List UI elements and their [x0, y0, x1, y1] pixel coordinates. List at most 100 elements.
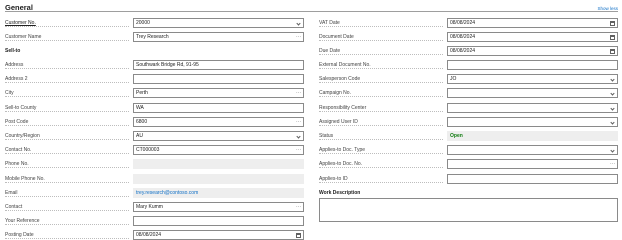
lookup-icon[interactable]: ···	[296, 118, 301, 126]
due-date-value: 08/08/2024	[450, 48, 476, 54]
section-header: General Show less	[5, 2, 618, 12]
country-field[interactable]: AU	[133, 131, 304, 141]
city-field[interactable]: Perth ···	[133, 88, 304, 98]
phone-field	[133, 159, 304, 169]
your-ref-field[interactable]	[133, 216, 304, 226]
salesperson-row: Salesperson Code JO	[319, 74, 619, 84]
campaign-label: Campaign No.	[319, 90, 443, 97]
calendar-icon[interactable]	[610, 48, 615, 54]
address-label: Address	[5, 62, 129, 69]
posting-date-label: Posting Date	[5, 232, 129, 239]
contact-no-row: Contact No. CT000003 ···	[5, 145, 305, 155]
contact-field[interactable]: Mary Kumm ···	[133, 202, 304, 212]
chevron-down-icon[interactable]	[296, 133, 301, 139]
applies-id-label: Applies-to ID	[319, 176, 443, 183]
due-date-field[interactable]: 08/08/2024	[447, 46, 618, 56]
customer-no-label[interactable]: Customer No.	[5, 20, 129, 27]
resp-center-row: Responsibility Center	[319, 103, 619, 113]
section-title: General	[5, 3, 33, 12]
ext-doc-no-row: External Document No.	[319, 60, 619, 70]
email-row: Email trey.research@contoso.com	[5, 188, 305, 198]
customer-name-label: Customer Name	[5, 34, 129, 41]
contact-no-value: CT000003	[136, 147, 160, 153]
county-row: Sell-to County WA	[5, 103, 305, 113]
chevron-down-icon[interactable]	[296, 20, 301, 26]
lookup-icon[interactable]: ···	[610, 160, 615, 168]
ext-doc-no-field[interactable]	[447, 60, 618, 70]
county-field[interactable]: WA	[133, 103, 304, 113]
show-less-link[interactable]: Show less	[597, 6, 618, 11]
assigned-user-row: Assigned User ID	[319, 117, 619, 127]
phone-label: Phone No.	[5, 161, 129, 168]
assigned-user-field[interactable]	[447, 117, 618, 127]
due-date-row: Due Date 08/08/2024	[319, 46, 619, 56]
address2-row: Address 2	[5, 74, 305, 84]
mobile-field	[133, 174, 304, 184]
assigned-user-label: Assigned User ID	[319, 119, 443, 126]
contact-value: Mary Kumm	[136, 204, 163, 210]
lookup-icon[interactable]: ···	[296, 146, 301, 154]
vat-date-field[interactable]: 08/08/2024	[447, 18, 618, 28]
chevron-down-icon[interactable]	[610, 105, 615, 111]
applies-type-field[interactable]	[447, 145, 618, 155]
phone-row: Phone No.	[5, 159, 305, 169]
calendar-icon[interactable]	[610, 20, 615, 26]
city-row: City Perth ···	[5, 88, 305, 98]
resp-center-field[interactable]	[447, 103, 618, 113]
county-label: Sell-to County	[5, 105, 129, 112]
email-label: Email	[5, 190, 129, 197]
lookup-icon[interactable]: ···	[296, 203, 301, 211]
city-value: Perth	[136, 90, 148, 96]
vat-date-label: VAT Date	[319, 20, 443, 27]
ext-doc-no-label: External Document No.	[319, 62, 443, 69]
customer-name-value: Trey Research	[136, 34, 169, 40]
status-row: Status Open	[319, 131, 619, 141]
posting-date-row: Posting Date 08/08/2024	[5, 230, 305, 240]
document-date-value: 08/08/2024	[450, 34, 476, 40]
city-label: City	[5, 90, 129, 97]
salesperson-field[interactable]: JO	[447, 74, 618, 84]
address-field[interactable]: Southwark Bridge Rd, 91-95	[133, 60, 304, 70]
email-value[interactable]: trey.research@contoso.com	[136, 190, 198, 196]
calendar-icon[interactable]	[296, 232, 301, 238]
work-desc-textarea[interactable]	[319, 198, 618, 222]
post-code-value: 6800	[136, 119, 148, 125]
applies-no-field[interactable]: ···	[447, 159, 618, 169]
address2-field[interactable]	[133, 74, 304, 84]
applies-id-row: Applies-to ID	[319, 174, 619, 184]
mobile-label: Mobile Phone No.	[5, 176, 129, 183]
address2-label: Address 2	[5, 76, 129, 83]
chevron-down-icon[interactable]	[610, 119, 615, 125]
sell-to-heading: Sell-to	[5, 48, 21, 54]
contact-no-field[interactable]: CT000003 ···	[133, 145, 304, 155]
contact-row: Contact Mary Kumm ···	[5, 202, 305, 212]
post-code-field[interactable]: 6800 ···	[133, 117, 304, 127]
document-date-row: Document Date 08/08/2024	[319, 32, 619, 42]
applies-no-label: Applies-to Doc. No.	[319, 161, 443, 168]
mobile-row: Mobile Phone No.	[5, 174, 305, 184]
contact-label: Contact	[5, 204, 129, 211]
chevron-down-icon[interactable]	[610, 76, 615, 82]
campaign-field[interactable]	[447, 88, 618, 98]
customer-name-row: Customer Name Trey Research ···	[5, 32, 305, 42]
posting-date-field[interactable]: 08/08/2024	[133, 230, 304, 240]
chevron-down-icon[interactable]	[610, 90, 615, 96]
work-desc-row	[319, 198, 619, 224]
lookup-icon[interactable]: ···	[296, 33, 301, 41]
country-label: Country/Region	[5, 133, 129, 140]
document-date-field[interactable]: 08/08/2024	[447, 32, 618, 42]
salesperson-label: Salesperson Code	[319, 76, 443, 83]
lookup-icon[interactable]: ···	[296, 89, 301, 97]
email-field[interactable]: trey.research@contoso.com	[133, 188, 304, 198]
campaign-row: Campaign No.	[319, 88, 619, 98]
applies-id-field[interactable]	[447, 174, 618, 184]
vat-date-row: VAT Date 08/08/2024	[319, 18, 619, 28]
country-row: Country/Region AU	[5, 131, 305, 141]
work-desc-heading-row: Work Description	[319, 188, 619, 198]
customer-name-field[interactable]: Trey Research ···	[133, 32, 304, 42]
vat-date-value: 08/08/2024	[450, 20, 476, 26]
chevron-down-icon[interactable]	[610, 147, 615, 153]
calendar-icon[interactable]	[610, 34, 615, 40]
salesperson-value: JO	[450, 76, 457, 82]
customer-no-field[interactable]: 20000	[133, 18, 304, 28]
